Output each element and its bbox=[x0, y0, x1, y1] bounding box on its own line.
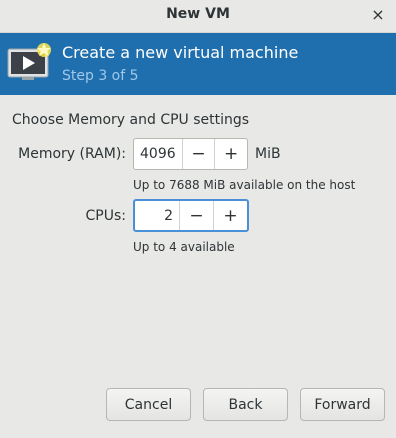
forward-button[interactable]: Forward bbox=[300, 388, 385, 421]
memory-increment-button[interactable]: + bbox=[214, 139, 247, 169]
close-icon[interactable]: × bbox=[368, 4, 388, 26]
cpus-value[interactable]: 2 bbox=[135, 201, 179, 230]
memory-decrement-button[interactable]: − bbox=[181, 139, 215, 169]
memory-label: Memory (RAM): bbox=[18, 146, 126, 162]
wizard-heading: Create a new virtual machine bbox=[62, 43, 299, 62]
wizard-step: Step 3 of 5 bbox=[62, 68, 139, 84]
memory-hint: Up to 7688 MiB available on the host bbox=[133, 178, 356, 192]
cpus-label: CPUs: bbox=[85, 208, 126, 224]
cpus-decrement-button[interactable]: − bbox=[179, 201, 213, 230]
new-vm-icon bbox=[7, 43, 51, 80]
wizard-banner: Create a new virtual machine Step 3 of 5 bbox=[0, 33, 396, 95]
back-button[interactable]: Back bbox=[203, 388, 288, 421]
section-title: Choose Memory and CPU settings bbox=[12, 112, 250, 128]
cancel-button[interactable]: Cancel bbox=[106, 388, 191, 421]
cpus-hint: Up to 4 available bbox=[133, 240, 235, 254]
memory-spinbutton[interactable]: 4096 − + bbox=[133, 138, 248, 170]
cpus-spinbutton[interactable]: 2 − + bbox=[133, 199, 249, 232]
cpus-increment-button[interactable]: + bbox=[213, 201, 247, 230]
title-bar: New VM × bbox=[0, 0, 396, 33]
memory-value[interactable]: 4096 bbox=[134, 139, 182, 169]
window-title: New VM bbox=[166, 6, 230, 22]
memory-unit: MiB bbox=[255, 146, 281, 162]
